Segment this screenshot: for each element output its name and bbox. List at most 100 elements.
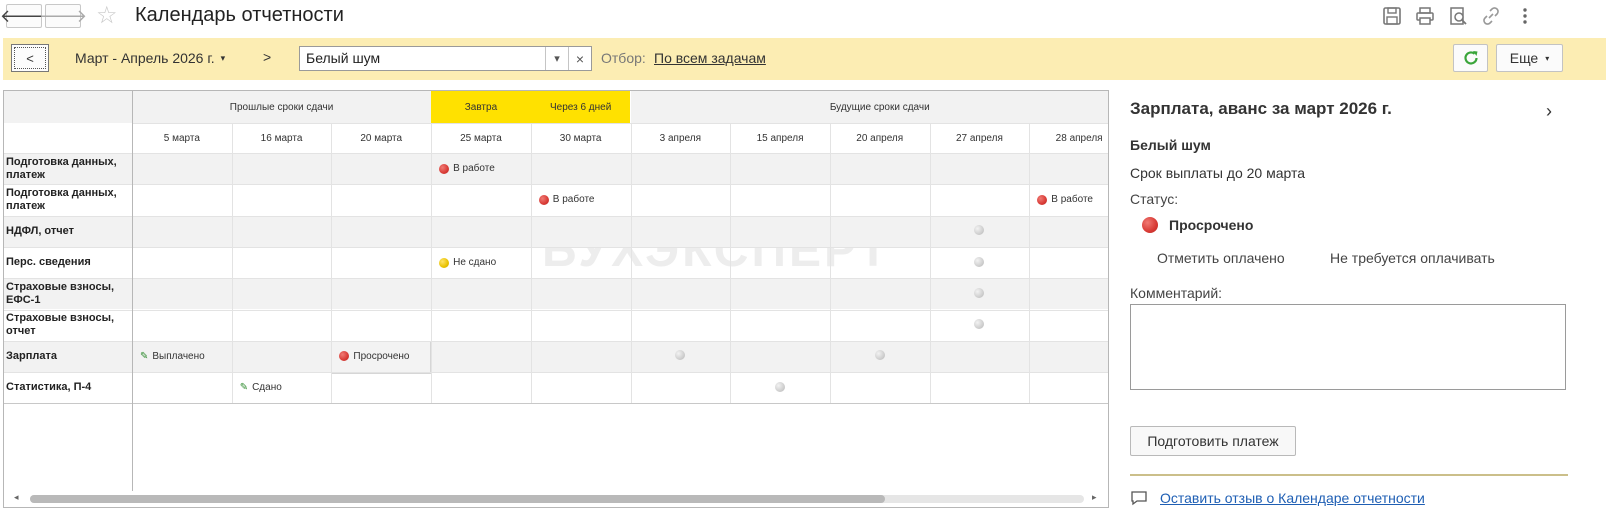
refresh-button[interactable] [1453, 44, 1488, 72]
filter-label: Отбор: [601, 50, 646, 66]
date-header[interactable]: 27 апреля [930, 123, 1030, 153]
scrollbar-thumb[interactable] [30, 495, 885, 503]
pencil-icon: ✎ [239, 382, 249, 394]
dropdown-arrow-icon[interactable]: ▾ [545, 47, 568, 70]
status-red-dot-icon [1142, 217, 1158, 233]
row-divider [4, 246, 1108, 248]
preview-icon[interactable] [1448, 6, 1468, 26]
filter-link[interactable]: По всем задачам [654, 50, 766, 66]
date-header[interactable]: 25 марта [431, 123, 531, 153]
header-divider [132, 123, 1108, 124]
not-due-dot-icon[interactable] [974, 319, 985, 330]
row-divider [4, 309, 1108, 311]
scroll-left-icon[interactable]: ◂ [14, 492, 19, 503]
scroll-right-icon[interactable]: ▸ [1092, 492, 1097, 503]
next-period-button[interactable]: > [263, 49, 271, 65]
not-required-action[interactable]: Не требуется оплачивать [1330, 250, 1495, 266]
status-cell[interactable]: ✎ Выплачено [132, 341, 232, 372]
calendar-grid: БУХЭКСПЕРТ Прошлые сроки сдачи Завтра Чере… [3, 90, 1109, 508]
comment-field[interactable] [1130, 304, 1566, 390]
more-label: Еще [1509, 50, 1539, 66]
column-divider [829, 123, 831, 404]
status-cell[interactable]: Просрочено [331, 341, 431, 372]
mark-paid-action[interactable]: Отметить оплачено [1157, 250, 1285, 266]
status-cell[interactable]: В работе [531, 184, 631, 215]
not-due-dot-icon[interactable] [974, 256, 985, 267]
row-divider [4, 153, 1108, 154]
horizontal-scrollbar[interactable]: ◂ ▸ [14, 492, 1100, 503]
red-dot-icon [538, 194, 549, 205]
status-text: Не сдано [453, 257, 497, 269]
favorite-star-icon[interactable]: ☆ [96, 2, 118, 30]
feedback-icon [1131, 491, 1147, 506]
red-dot-icon [1037, 194, 1048, 205]
row-stripe [4, 215, 1108, 247]
divider [1130, 474, 1568, 476]
status-text: Просрочено [353, 350, 410, 362]
link-icon[interactable] [1481, 6, 1501, 26]
chevron-down-icon: ▾ [220, 53, 226, 63]
period-selector[interactable]: Март - Апрель 2026 г. ▾ [75, 50, 225, 66]
prev-period-button[interactable]: < [11, 44, 49, 72]
row-divider [4, 278, 1108, 280]
organization-input[interactable]: Белый шум [300, 47, 545, 70]
row-label[interactable]: Страховые взносы, отчет [4, 310, 132, 341]
detail-organization: Белый шум [1130, 137, 1211, 153]
date-header[interactable]: 3 апреля [631, 123, 731, 153]
column-divider [1029, 123, 1031, 404]
refresh-icon [1463, 51, 1478, 65]
status-cell[interactable]: ✎ Сдано [232, 372, 332, 403]
date-header[interactable]: 5 марта [132, 123, 232, 153]
column-divider [431, 123, 433, 404]
date-header[interactable]: 30 марта [531, 123, 631, 153]
calendar-toolbar: < Март - Апрель 2026 г. ▾ > Белый шум ▾ ×… [3, 38, 1606, 80]
row-label[interactable]: Подготовка данных, платеж [4, 153, 132, 184]
date-header[interactable]: 20 апреля [830, 123, 930, 153]
date-header[interactable]: 15 апреля [730, 123, 830, 153]
status-cell[interactable]: В работе [431, 153, 531, 184]
status-cell[interactable]: Не сдано [431, 247, 531, 278]
forward-button[interactable]: 🡒 [39, 4, 87, 28]
column-divider [530, 123, 532, 404]
group-header: Завтра [431, 91, 531, 123]
date-header[interactable]: 28 апреля [1029, 123, 1108, 153]
print-icon[interactable] [1415, 6, 1435, 26]
arrow-right-icon: 🡒 [38, 6, 88, 26]
status-text: Выплачено [152, 350, 205, 362]
feedback-link[interactable]: Оставить отзыв о Календаре отчетности [1160, 490, 1425, 506]
row-label[interactable]: Зарплата [4, 341, 132, 372]
row-label[interactable]: Статистика, П-4 [4, 372, 132, 403]
row-label[interactable]: Страховые взносы, ЕФС-1 [4, 278, 132, 309]
corner-header [4, 91, 132, 123]
organization-field[interactable]: Белый шум ▾ × [299, 46, 592, 71]
save-icon[interactable] [1382, 6, 1402, 26]
row-divider [4, 340, 1108, 342]
row-divider [4, 403, 1108, 405]
date-header[interactable]: 20 марта [331, 123, 431, 153]
window-title-bar: 🡐 🡒 ☆ Календарь отчетности [0, 0, 1609, 32]
prepare-payment-button[interactable]: Подготовить платеж [1130, 426, 1296, 456]
status-text: В работе [1051, 194, 1093, 206]
group-header: Прошлые сроки сдачи [132, 91, 432, 123]
status-text: В работе [552, 194, 595, 206]
row-label[interactable]: Подготовка данных, платеж [4, 184, 132, 215]
more-vert-icon[interactable] [1515, 6, 1535, 26]
comment-label: Комментарий: [1130, 285, 1223, 301]
clear-icon[interactable]: × [568, 47, 591, 70]
more-button[interactable]: Еще ▾ [1496, 44, 1563, 72]
date-header[interactable]: 16 марта [232, 123, 332, 153]
label-column-divider [132, 91, 133, 491]
row-stripe [4, 278, 1108, 310]
chevron-right-icon[interactable]: › [1546, 101, 1552, 122]
not-due-dot-icon[interactable] [775, 381, 786, 392]
detail-panel: Зарплата, аванс за март 2026 г. › Белый … [1130, 90, 1600, 520]
row-label[interactable]: Перс. сведения [4, 247, 132, 278]
period-label: Март - Апрель 2026 г. [75, 50, 215, 66]
back-button[interactable]: 🡐 [0, 4, 48, 28]
status-text: Сдано [252, 382, 282, 394]
detail-title: Зарплата, аванс за март 2026 г. [1130, 99, 1392, 118]
status-value: Просрочено [1169, 217, 1254, 233]
status-cell[interactable]: В работе [1029, 184, 1108, 215]
status-text: В работе [453, 163, 495, 175]
row-label[interactable]: НДФЛ, отчет [4, 216, 132, 247]
